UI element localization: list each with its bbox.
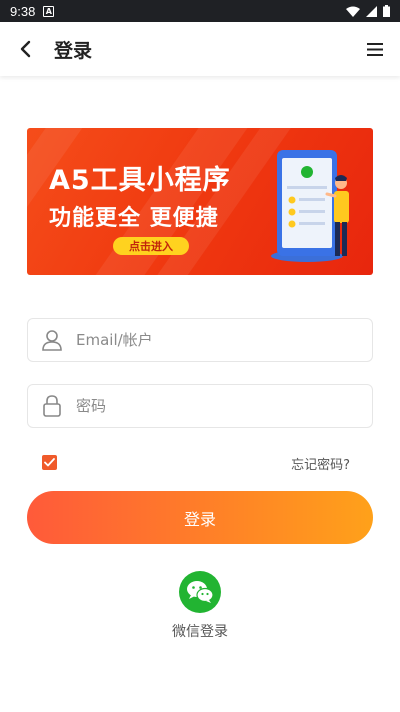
phone-illustration bbox=[271, 150, 349, 262]
wechat-icon bbox=[187, 581, 214, 603]
wifi-icon bbox=[346, 6, 360, 17]
banner-enter-button[interactable]: 点击进入 bbox=[113, 237, 189, 255]
user-icon bbox=[28, 329, 76, 351]
account-input[interactable] bbox=[76, 331, 346, 349]
remember-checkbox[interactable] bbox=[42, 455, 57, 470]
wechat-login-button[interactable] bbox=[179, 571, 221, 613]
check-icon bbox=[44, 458, 55, 467]
password-input[interactable] bbox=[76, 397, 346, 415]
hamburger-menu-icon bbox=[367, 42, 383, 56]
status-bar: 9:38 A bbox=[0, 0, 400, 22]
account-field[interactable] bbox=[27, 318, 373, 362]
password-field[interactable] bbox=[27, 384, 373, 428]
chevron-left-icon bbox=[20, 40, 31, 58]
notification-icon: A bbox=[43, 5, 55, 17]
app-bar: 登录 bbox=[0, 22, 400, 76]
wechat-login-label: 微信登录 bbox=[172, 624, 228, 640]
battery-icon bbox=[383, 5, 390, 17]
back-button[interactable] bbox=[0, 22, 50, 76]
status-time: 9:38 bbox=[10, 3, 36, 19]
signal-icon bbox=[366, 5, 377, 17]
banner-subtitle: 功能更全 更便捷 bbox=[49, 206, 219, 231]
status-icons bbox=[346, 5, 390, 17]
banner-title: A5工具小程序 bbox=[49, 165, 231, 196]
menu-button[interactable] bbox=[350, 22, 400, 76]
promo-banner[interactable]: A5工具小程序 功能更全 更便捷 点击进入 bbox=[27, 128, 373, 275]
page-title: 登录 bbox=[54, 39, 93, 62]
lock-icon bbox=[28, 395, 76, 417]
login-button[interactable]: 登录 bbox=[27, 491, 373, 544]
forgot-password-link[interactable]: 忘记密码? bbox=[291, 454, 350, 473]
